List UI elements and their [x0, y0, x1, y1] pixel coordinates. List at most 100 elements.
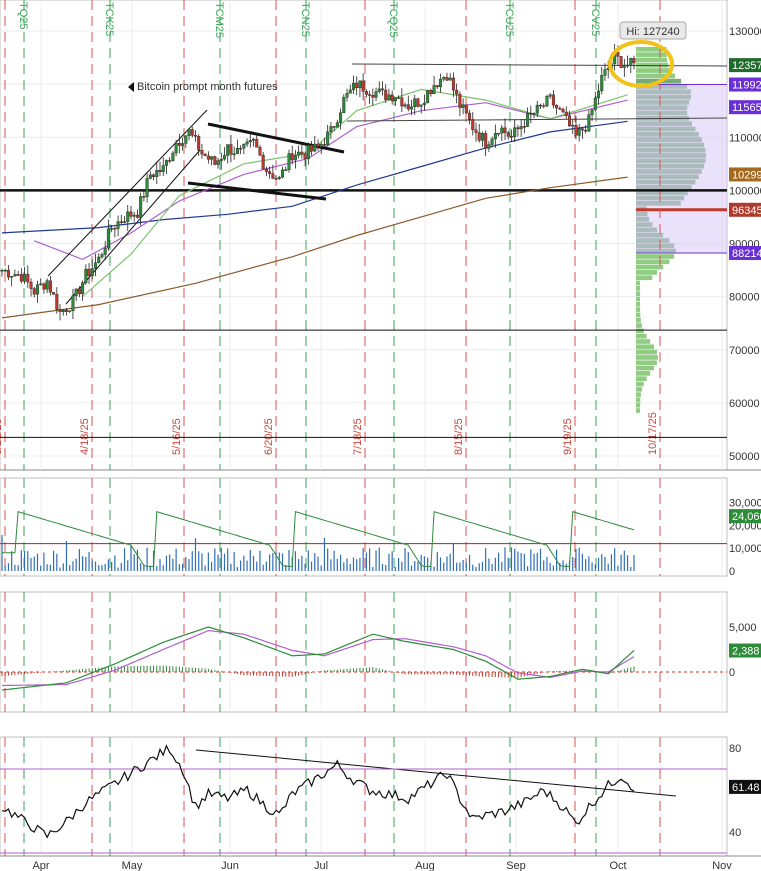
month-label: Apr: [32, 860, 49, 871]
month-label: Oct: [609, 860, 626, 871]
candle-body: [229, 144, 233, 155]
candle-body: [439, 78, 443, 88]
candle-body: [397, 97, 401, 99]
candle-body: [161, 165, 165, 173]
candle-body: [551, 94, 555, 106]
candle-body: [152, 174, 156, 177]
candle-body: [400, 97, 404, 107]
candle-body: [422, 102, 426, 105]
price-tag-label: 88214: [732, 248, 761, 260]
candle-body: [84, 268, 88, 283]
month-label: Nov: [712, 860, 732, 871]
expiry-date-label: 10/17/25: [647, 412, 659, 455]
candle-body: [455, 89, 459, 95]
candle-body: [326, 131, 330, 146]
candle-body: [490, 138, 494, 145]
candle-body: [580, 128, 584, 131]
contract-label: TCN25: [299, 2, 311, 37]
volume-tick-label: 30,000: [729, 498, 761, 510]
candle-body: [187, 129, 191, 137]
candle-body: [3, 269, 7, 272]
candle-body: [129, 211, 133, 217]
candle-body: [368, 94, 372, 96]
volume-profile-bar: [636, 317, 641, 323]
candle-body: [526, 112, 530, 127]
volume-profile-bar: [636, 397, 641, 403]
candle-body: [97, 256, 101, 263]
candle-body: [629, 58, 633, 66]
expiry-date-label: 8/15/25: [453, 418, 465, 455]
price-tick-label: 50000: [729, 451, 760, 463]
candle-body: [6, 269, 10, 278]
candle-body: [252, 138, 256, 141]
candle-body: [55, 294, 59, 310]
candle-body: [13, 274, 17, 277]
candle-body: [68, 310, 72, 313]
macd-tick-label: 0: [729, 667, 735, 679]
candle-body: [364, 91, 368, 95]
month-label: May: [122, 860, 143, 871]
candle-body: [322, 144, 326, 146]
volume-profile-bar: [636, 301, 641, 307]
candle-body: [622, 64, 626, 68]
macd-tick-label: 5,000: [729, 622, 757, 634]
volume-profile-bar: [636, 328, 644, 334]
candle-body: [506, 132, 510, 137]
volume-profile-bar: [636, 344, 655, 350]
candle-body: [316, 143, 320, 147]
candle-body: [410, 106, 414, 110]
candle-body: [155, 170, 159, 177]
candle-body: [245, 141, 249, 145]
candle-body: [374, 91, 378, 98]
candle-body: [480, 133, 484, 141]
candle-body: [306, 144, 310, 160]
candle-body: [493, 133, 497, 140]
candle-body: [542, 105, 546, 107]
candle-body: [500, 127, 504, 134]
price-y-axis: 5000060000700008000090000100000110000120…: [729, 26, 761, 463]
candle-body: [271, 173, 275, 179]
candle-body: [555, 105, 559, 109]
volume-tick-label: 0: [729, 566, 735, 578]
volume-profile-bar: [636, 355, 658, 360]
candle-body: [210, 156, 214, 160]
candle-body: [564, 111, 568, 116]
volume-profile-bar: [636, 270, 658, 275]
rsi-last-label: 61.48: [732, 782, 760, 794]
candle-body: [390, 94, 394, 102]
candle-body: [387, 94, 391, 100]
price-tag-label: 115658: [732, 102, 761, 114]
candle-body: [445, 77, 449, 81]
price-tick-label: 80000: [729, 292, 760, 304]
candle-body: [139, 196, 143, 218]
candle-body: [226, 144, 230, 156]
candle-body: [77, 288, 81, 295]
candle-body: [319, 144, 323, 147]
expiry-date-label: 9/19/25: [562, 418, 574, 455]
volume-profile-bar: [636, 275, 653, 281]
candle-body: [335, 122, 339, 128]
candle-body: [216, 160, 220, 165]
candle-body: [177, 143, 181, 146]
candle-body: [538, 104, 542, 107]
price-tick-label: 60000: [729, 398, 760, 410]
candle-body: [29, 281, 33, 289]
candle-body: [123, 221, 127, 223]
price-tag-label: 96345: [732, 205, 761, 217]
month-label: Sep: [506, 860, 526, 871]
candle-body: [474, 129, 478, 133]
candle-body: [284, 169, 288, 171]
price-tag-label: 123578: [732, 60, 761, 72]
candle-body: [419, 104, 423, 107]
candle-body: [197, 136, 201, 151]
candle-body: [142, 196, 146, 198]
candle-body: [61, 309, 65, 312]
candle-body: [313, 143, 317, 152]
candle-body: [300, 151, 304, 155]
value-area-shade: [636, 84, 727, 253]
candle-body: [451, 77, 455, 91]
chart-title-group: Bitcoin prompt month futures: [128, 81, 278, 93]
candle-body: [232, 153, 236, 155]
candle-body: [74, 288, 78, 297]
volume-profile-bar: [636, 296, 641, 302]
